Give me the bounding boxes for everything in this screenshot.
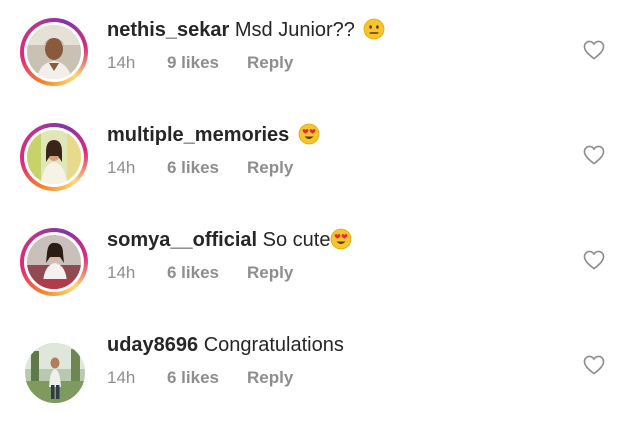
avatar: [27, 130, 81, 184]
heart-eyes-emoji-icon: [330, 228, 352, 250]
heart-eyes-emoji-icon: [298, 123, 320, 145]
avatar-story-ring[interactable]: [20, 18, 88, 86]
heart-icon[interactable]: [583, 355, 605, 375]
comment-list: nethis_sekar Msd Junior?? 14h 9 likes Repl…: [0, 0, 640, 425]
comment-item: nethis_sekar Msd Junior?? 14h 9 likes Repl…: [0, 0, 640, 100]
avatar[interactable]: [25, 343, 85, 403]
comment-text: So cute: [262, 229, 331, 251]
heart-icon[interactable]: [583, 250, 605, 270]
comment-likes-count[interactable]: 6 likes: [167, 157, 247, 179]
heart-icon[interactable]: [583, 40, 605, 60]
comment-item: somya__official So cute 14h 6 likes Reply: [0, 210, 640, 310]
comment-likes-count[interactable]: 6 likes: [167, 367, 247, 389]
comment-text: Msd Junior??: [234, 19, 355, 41]
comment-text: Congratulations: [203, 334, 344, 356]
comment-timestamp: 14h: [107, 158, 136, 177]
comment-username[interactable]: nethis_sekar: [107, 19, 229, 41]
avatar: [27, 235, 81, 289]
avatar-story-ring[interactable]: [20, 228, 88, 296]
comment-username[interactable]: multiple_memories: [107, 124, 289, 146]
comment-username[interactable]: uday8696: [107, 334, 198, 356]
neutral-face-emoji-icon: [363, 18, 385, 40]
comment-timestamp: 14h: [107, 263, 136, 282]
comment-likes-count[interactable]: 6 likes: [167, 262, 247, 284]
comment-likes-count[interactable]: 9 likes: [167, 52, 247, 74]
comment-timestamp: 14h: [107, 53, 136, 72]
reply-button[interactable]: Reply: [247, 367, 293, 389]
comment-username[interactable]: somya__official: [107, 229, 257, 251]
reply-button[interactable]: Reply: [247, 262, 293, 284]
reply-button[interactable]: Reply: [247, 157, 293, 179]
comment-item: uday8696 Congratulations 14h 6 likes Reply: [0, 315, 640, 415]
heart-icon[interactable]: [583, 145, 605, 165]
avatar: [27, 25, 81, 79]
avatar-story-ring[interactable]: [20, 123, 88, 191]
comment-item: multiple_memories 14h 6 likes Reply: [0, 105, 640, 205]
comment-timestamp: 14h: [107, 368, 136, 387]
reply-button[interactable]: Reply: [247, 52, 293, 74]
